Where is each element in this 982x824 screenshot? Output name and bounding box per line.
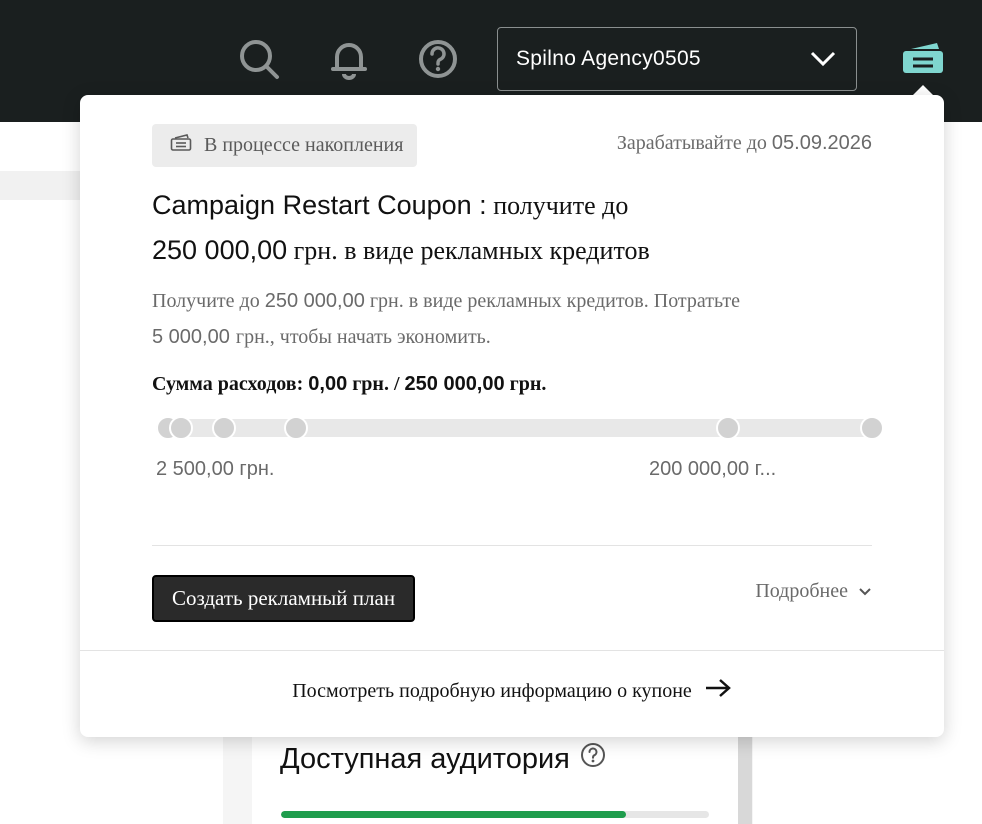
deadline-prefix: Зарабатывайте до — [616, 132, 767, 154]
spend-current-unit: грн. / — [352, 373, 400, 395]
spend-progress-track — [156, 419, 872, 437]
desc-part: грн. в виде рекламных кредитов. Потратьт… — [369, 290, 740, 312]
deadline: Зарабатывайте до 05.09.2026 — [617, 132, 872, 155]
title-mid: получите до — [493, 191, 629, 220]
coupon-icon[interactable] — [901, 37, 945, 81]
milestone-dot — [284, 416, 308, 440]
coupon-title: Campaign Restart Coupon : получите до 25… — [152, 183, 872, 273]
help-icon[interactable] — [416, 37, 460, 81]
account-name: Spilno Agency0505 — [516, 47, 701, 70]
create-ad-plan-button[interactable]: Создать рекламный план — [152, 575, 415, 622]
status-badge: В процессе накопления — [152, 124, 418, 167]
coupon-outline-icon — [170, 133, 192, 159]
divider — [152, 545, 872, 546]
audience-title: Доступная аудитория — [280, 742, 570, 775]
more-link-label: Подробнее — [755, 580, 848, 602]
coupon-details-link[interactable]: Посмотреть подробную информацию о купоне — [80, 678, 944, 704]
milestone-label-first: 2 500,00 грн. — [156, 458, 275, 480]
deadline-date: 05.09.2026 — [771, 132, 872, 154]
background-row — [0, 171, 90, 200]
coupon-description: Получите до 250 000,00 грн. в виде рекла… — [152, 283, 852, 355]
audience-progress-bar — [281, 811, 709, 818]
desc-part: грн., чтобы начать экономить. — [235, 326, 491, 348]
desc-amount: 250 000,00 — [264, 290, 365, 312]
milestone-label-last: 200 000,00 г... — [649, 458, 777, 480]
spend-total: 250 000,00 — [404, 373, 505, 395]
spend-total-unit: грн. — [509, 373, 547, 395]
desc-part: Получите до — [152, 290, 260, 312]
milestone-dot — [169, 416, 193, 440]
milestone-dot — [212, 416, 236, 440]
more-details-toggle[interactable]: Подробнее — [755, 580, 872, 603]
title-amount: 250 000,00 — [152, 235, 288, 265]
coupon-name: Campaign Restart Coupon : — [152, 190, 487, 220]
spend-label: Сумма расходов: — [152, 373, 304, 395]
audience-heading: Доступная аудитория — [280, 742, 606, 776]
chevron-down-icon — [810, 50, 836, 74]
help-icon[interactable] — [580, 742, 606, 776]
chevron-down-icon — [858, 580, 872, 603]
details-link-label: Посмотреть подробную информацию о купоне — [292, 679, 692, 702]
search-icon[interactable] — [237, 37, 281, 81]
spend-current: 0,00 — [308, 373, 348, 395]
bell-icon[interactable] — [327, 37, 371, 81]
audience-progress-fill — [281, 811, 626, 818]
milestone-dot — [860, 416, 884, 440]
footer-divider — [80, 650, 944, 651]
status-label: В процессе накопления — [204, 134, 404, 156]
desc-spend-amount: 5 000,00 — [152, 326, 230, 348]
coupon-popover: В процессе накопления Зарабатывайте до 0… — [80, 95, 944, 737]
milestone-dot — [716, 416, 740, 440]
title-rest: грн. в виде рекламных кредитов — [293, 236, 650, 265]
arrow-right-icon — [704, 678, 732, 704]
account-select[interactable]: Spilno Agency0505 — [497, 27, 857, 91]
spend-summary: Сумма расходов: 0,00 грн. / 250 000,00 г… — [152, 373, 546, 396]
